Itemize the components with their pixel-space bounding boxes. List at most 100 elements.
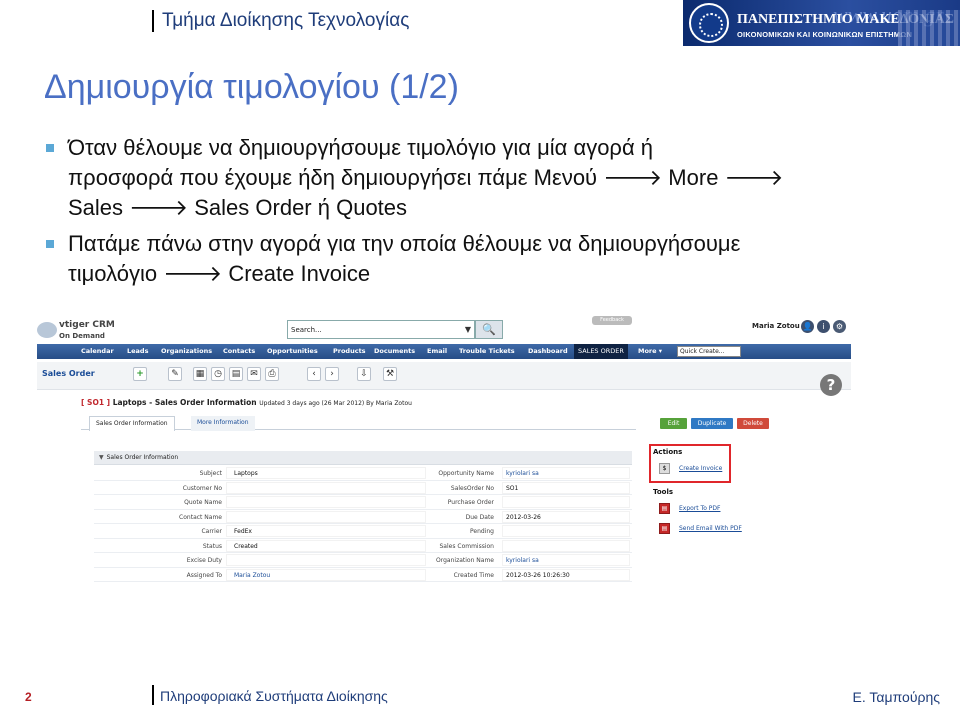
- print-icon[interactable]: ⎙: [265, 367, 279, 381]
- detail-tabs: Sales Order Information More Information: [81, 414, 636, 431]
- nav-organizations[interactable]: Organizations: [161, 347, 212, 355]
- field-value[interactable]: Created: [234, 543, 258, 550]
- nav-email[interactable]: Email: [427, 347, 447, 355]
- gear-icon[interactable]: ⚙: [833, 320, 846, 333]
- chevron-down-icon[interactable]: ▼: [465, 325, 471, 334]
- banner-subtitle: ΟΙΚΟΝΟΜΙΚΩΝ ΚΑΙ ΚΟΙΝΩΝΙΚΩΝ ΕΠΙΣΤΗΜΩΝ: [737, 30, 913, 39]
- field-label: Assigned To: [186, 571, 222, 579]
- chevron-down-icon: ▼: [99, 454, 104, 461]
- field-label: Customer No: [182, 484, 222, 492]
- help-icon[interactable]: ?: [820, 374, 842, 396]
- field-value[interactable]: kyriolari sa: [506, 557, 539, 564]
- building-image: [898, 10, 960, 46]
- bullet-item: Πατάμε πάνω στην αγορά για την οποία θέλ…: [44, 229, 924, 289]
- footer-divider: [152, 685, 154, 705]
- clock-icon[interactable]: ◷: [211, 367, 225, 381]
- record-title: Laptops - Sales Order Information: [112, 398, 257, 407]
- field-value-box: [502, 539, 630, 552]
- slide-title: Δημιουργία τιμολογίου (1/2): [44, 68, 459, 106]
- quick-create-select[interactable]: Quick Create...: [677, 346, 741, 357]
- cloud-icon: [37, 322, 57, 338]
- author-name: Ε. Ταμπούρης: [852, 689, 940, 705]
- field-value-box: [502, 481, 630, 494]
- user-name[interactable]: Maria Zotou: [752, 322, 800, 330]
- calculator-icon[interactable]: ▤: [229, 367, 243, 381]
- bullet-line: τιμολόγιο 🡒 Create Invoice: [68, 261, 371, 286]
- search-input[interactable]: Search... ▼: [287, 320, 475, 339]
- table-row: Quote Name Purchase Order: [94, 495, 632, 510]
- crm-topbar: vtiger CRM On Demand Search... ▼ 🔍 Feedb…: [37, 316, 862, 342]
- record-header: [ SO1 ] Laptops - Sales Order Informatio…: [81, 398, 412, 407]
- duplicate-button[interactable]: Duplicate: [691, 418, 733, 429]
- header-divider: [152, 10, 154, 32]
- bullet-list: Όταν θέλουμε να δημιουργήσουμε τιμολόγιο…: [44, 133, 924, 289]
- field-value[interactable]: Laptops: [234, 470, 258, 477]
- field-label: SalesOrder No: [450, 484, 494, 492]
- nav-opportunities[interactable]: Opportunities: [267, 347, 318, 355]
- module-title[interactable]: Sales Order: [42, 369, 95, 378]
- edit-button[interactable]: Edit: [660, 418, 687, 429]
- bullet-line: Sales 🡒 Sales Order ή Quotes: [68, 195, 408, 220]
- course-title: Πληροφοριακά Συστήματα Διοίκησης: [160, 688, 388, 704]
- tab-sales-order-information[interactable]: Sales Order Information: [89, 416, 175, 431]
- nav-leads[interactable]: Leads: [127, 347, 148, 355]
- nav-dashboard[interactable]: Dashboard: [528, 347, 568, 355]
- section-title: Sales Order Information: [106, 454, 179, 461]
- bullet-item: Όταν θέλουμε να δημιουργήσουμε τιμολόγιο…: [44, 133, 924, 223]
- calendar-icon[interactable]: ▦: [193, 367, 207, 381]
- university-banner: www.uom.gr ΠΑΝΕΠΙΣΤΗΜΙΟ ΜΑΚΕΔΟΝΙΑΣ ΟΙΚΟΝ…: [683, 0, 960, 46]
- section-header[interactable]: ▼ Sales Order Information: [94, 451, 632, 465]
- nav-more[interactable]: More ▾: [638, 347, 662, 355]
- info-icon[interactable]: i: [817, 320, 830, 333]
- add-icon[interactable]: +: [133, 367, 147, 381]
- bullet-line: Πατάμε πάνω στην αγορά για την οποία θέλ…: [68, 231, 741, 256]
- tools-icon[interactable]: ⚒: [383, 367, 397, 381]
- arrow-left-icon[interactable]: ‹: [307, 367, 321, 381]
- field-value[interactable]: FedEx: [234, 528, 252, 535]
- delete-button[interactable]: Delete: [737, 418, 769, 429]
- module-toolbar: Sales Order + ✎ ▦ ◷ ▤ ✉ ⎙ ‹ › ⇩ ⚒: [37, 362, 851, 390]
- nav-sales-order[interactable]: SALES ORDER: [574, 344, 628, 359]
- crm-screenshot: vtiger CRM On Demand Search... ▼ 🔍 Feedb…: [37, 316, 862, 585]
- field-label: Carrier: [201, 528, 222, 535]
- field-value[interactable]: SO1: [506, 485, 518, 492]
- edit-icon[interactable]: ✎: [168, 367, 182, 381]
- pdf-icon: ▤: [659, 503, 670, 514]
- magnifier-icon: 🔍: [482, 323, 496, 336]
- field-label: Subject: [199, 470, 222, 477]
- field-label: Contact Name: [179, 513, 222, 521]
- logo-name: vtiger CRM: [59, 320, 115, 330]
- table-row: Assigned To Maria Zotou Created Time 2012-0…: [94, 568, 632, 582]
- nav-products[interactable]: Products: [333, 347, 366, 355]
- vtiger-logo[interactable]: vtiger CRM On Demand: [37, 318, 137, 342]
- import-icon[interactable]: ⇩: [357, 367, 371, 381]
- arrow-right-icon[interactable]: ›: [325, 367, 339, 381]
- feedback-button[interactable]: Feedback: [592, 316, 632, 325]
- field-label: Sales Commission: [439, 542, 495, 550]
- user-profile-icon[interactable]: 👤: [801, 320, 814, 333]
- field-value-box: [502, 496, 630, 508]
- search-button[interactable]: 🔍: [475, 320, 503, 339]
- tools-title: Tools: [653, 488, 674, 496]
- field-label: Organization Name: [436, 557, 494, 564]
- table-row: Status Created Sales Commission: [94, 539, 632, 553]
- field-value[interactable]: Maria Zotou: [234, 572, 270, 579]
- bullet-line: Όταν θέλουμε να δημιουργήσουμε τιμολόγιο…: [68, 135, 654, 160]
- tab-more-information[interactable]: More Information: [191, 416, 255, 431]
- nav-contacts[interactable]: Contacts: [223, 347, 255, 355]
- field-value[interactable]: 2012-03-26 10:26:30: [506, 572, 570, 579]
- nav-calendar[interactable]: Calendar: [81, 347, 114, 355]
- field-label: Created Time: [453, 571, 494, 579]
- nav-trouble-tickets[interactable]: Trouble Tickets: [459, 347, 515, 355]
- field-value[interactable]: 2012-03-26: [506, 514, 541, 521]
- logo-subtitle: On Demand: [59, 332, 105, 340]
- nav-documents[interactable]: Documents: [374, 347, 415, 355]
- bullet-square-icon: [46, 144, 54, 152]
- field-label: Opportunity Name: [438, 470, 494, 477]
- chat-icon[interactable]: ✉: [247, 367, 261, 381]
- bullet-line: προσφορά που έχουμε ήδη δημιουργήσει πάμ…: [68, 165, 784, 190]
- record-updated: Updated 3 days ago (26 Mar 2012) By Mari…: [259, 400, 412, 407]
- send-email-pdf-link[interactable]: Send Email With PDF: [679, 525, 742, 532]
- export-pdf-link[interactable]: Export To PDF: [679, 505, 720, 512]
- field-value[interactable]: kyriolari sa: [506, 470, 539, 477]
